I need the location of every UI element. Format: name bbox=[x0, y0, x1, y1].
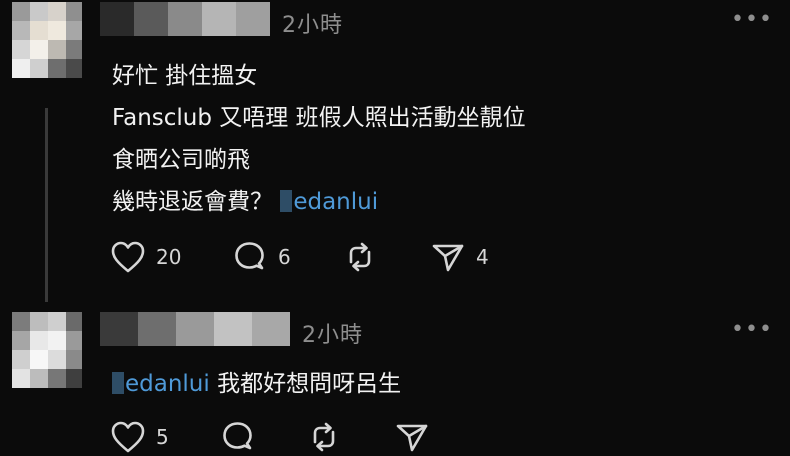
repost-icon bbox=[313, 422, 335, 452]
mention-link[interactable]: edanlui bbox=[112, 371, 210, 397]
post-text-line: edanlui 我都好想問呀呂生 bbox=[112, 364, 401, 398]
comment-bubble-icon bbox=[223, 422, 252, 450]
thread-line bbox=[45, 108, 48, 302]
heart-icon bbox=[111, 421, 145, 453]
post-text-line: 好忙 掛住搵女 bbox=[112, 63, 258, 89]
post-text-segment: 幾時退返會費？ bbox=[112, 189, 273, 215]
repost-icon bbox=[349, 242, 371, 272]
send-icon bbox=[396, 424, 428, 452]
avatar[interactable] bbox=[12, 312, 82, 388]
post-text-line: 幾時退返會費？ edanlui bbox=[112, 182, 378, 216]
send-icon bbox=[432, 244, 464, 272]
repost-button[interactable] bbox=[342, 240, 388, 274]
mention-link[interactable]: edanlui bbox=[280, 189, 378, 215]
comment-button[interactable]: 6 bbox=[232, 240, 291, 274]
mention-handle: edanlui bbox=[125, 371, 210, 397]
mention-blurred-prefix bbox=[280, 190, 293, 212]
avatar[interactable] bbox=[12, 2, 82, 78]
more-options-icon[interactable]: ••• bbox=[731, 317, 773, 342]
username-blurred[interactable] bbox=[100, 2, 270, 36]
mention-blurred-prefix bbox=[112, 372, 124, 394]
share-count: 4 bbox=[476, 245, 489, 269]
more-options-icon[interactable]: ••• bbox=[731, 7, 773, 32]
repost-button[interactable] bbox=[306, 420, 352, 454]
username-blurred[interactable] bbox=[100, 312, 290, 346]
comment-button[interactable] bbox=[220, 420, 266, 454]
share-button[interactable]: 4 bbox=[430, 240, 489, 274]
mention-handle: edanlui bbox=[293, 189, 379, 215]
post-timestamp: 2小時 bbox=[282, 13, 343, 38]
like-count: 20 bbox=[156, 245, 182, 269]
share-button[interactable] bbox=[394, 420, 440, 454]
comment-count: 6 bbox=[278, 245, 291, 269]
like-button[interactable]: 5 bbox=[110, 420, 169, 454]
post-text-segment: 我都好想問呀呂生 bbox=[217, 371, 402, 397]
post-timestamp: 2小時 bbox=[302, 323, 363, 348]
like-count: 5 bbox=[156, 425, 169, 449]
comment-bubble-icon bbox=[235, 242, 264, 270]
heart-icon bbox=[111, 241, 145, 273]
like-button[interactable]: 20 bbox=[110, 240, 181, 274]
post-text-line: 食晒公司啲飛 bbox=[112, 147, 250, 173]
post-text-line: Fansclub 又唔理 班假人照出活動坐靚位 bbox=[112, 105, 526, 131]
